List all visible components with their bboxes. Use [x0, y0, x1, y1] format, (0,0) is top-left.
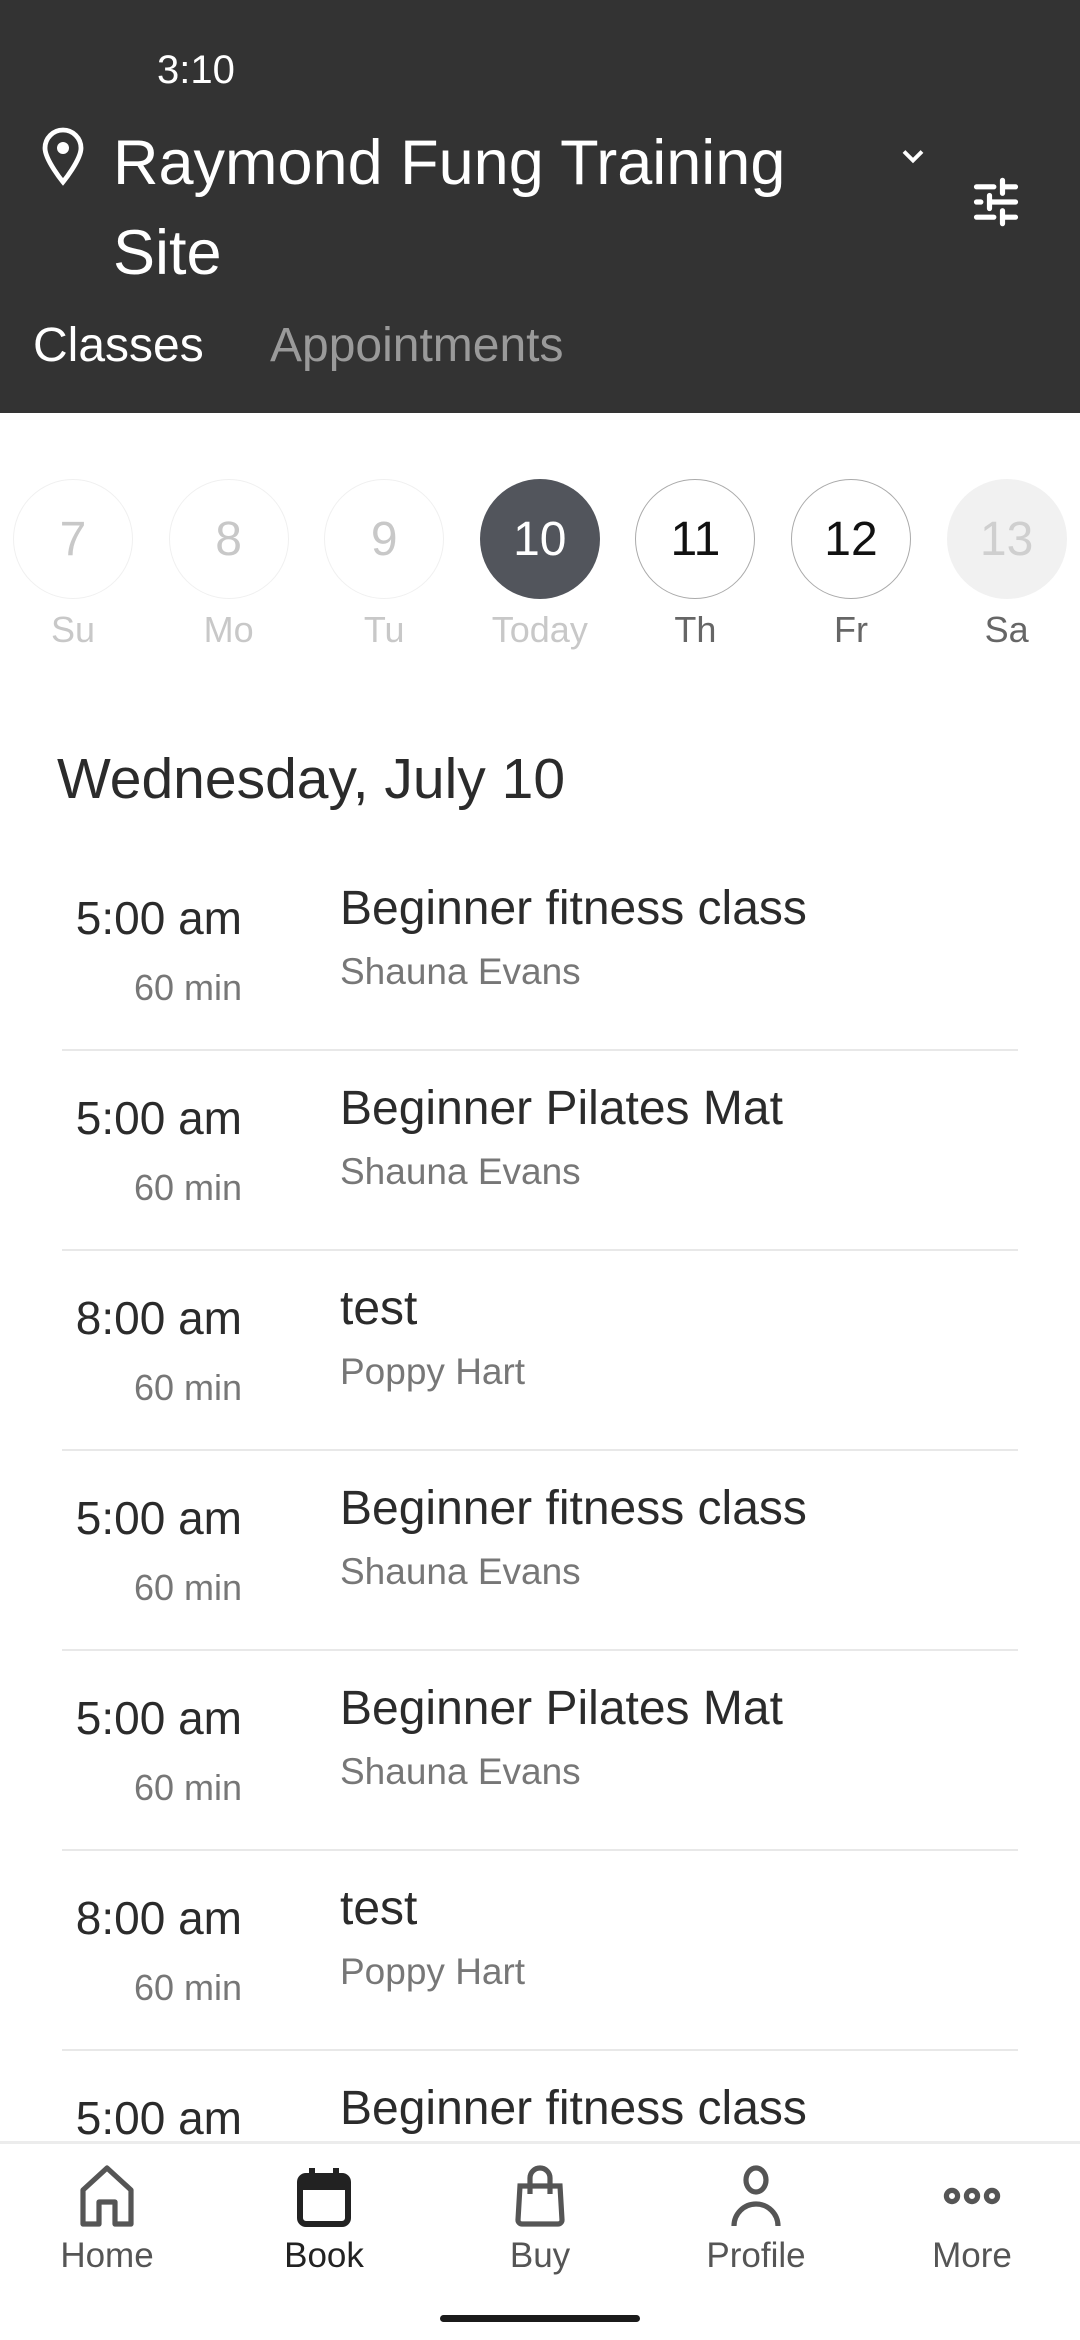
status-time: 3:10	[157, 48, 235, 92]
date-13[interactable]: 13 Sa	[946, 479, 1067, 651]
nav-label: Book	[284, 2236, 364, 2275]
class-duration: 60 min	[133, 1567, 242, 1608]
class-time: 8:00 am	[75, 1892, 242, 1944]
class-duration: 60 min	[133, 1367, 242, 1408]
tab-classes[interactable]: Classes	[33, 318, 204, 373]
date-weekday: Tu	[363, 609, 405, 650]
location-pin-icon	[42, 127, 84, 186]
class-row[interactable]: 8:00 am 60 min test Poppy Hart	[62, 1251, 1018, 1451]
class-time: 5:00 am	[75, 1092, 242, 1144]
class-row[interactable]: 5:00 am 60 min Beginner Pilates Mat Shau…	[62, 1651, 1018, 1851]
shopping-bag-icon	[515, 2165, 565, 2227]
class-time: 5:00 am	[75, 2092, 242, 2141]
date-number: 11	[635, 479, 756, 599]
filter-sliders-icon[interactable]	[970, 176, 1022, 228]
date-number: 7	[13, 479, 133, 599]
class-title: Beginner Pilates Mat	[340, 1082, 783, 1135]
class-instructor: Shauna Evans	[340, 1551, 581, 1592]
calendar-icon	[297, 2168, 351, 2227]
date-number: 13	[946, 479, 1067, 599]
class-title: Beginner fitness class	[340, 882, 807, 935]
class-instructor: Poppy Hart	[340, 1951, 526, 1992]
date-10[interactable]: 10 Today	[479, 479, 600, 651]
date-weekday: Su	[50, 609, 96, 650]
class-list: 5:00 am 60 min Beginner fitness class Sh…	[0, 851, 1080, 2141]
date-weekday: Fr	[834, 609, 868, 650]
date-weekday: Today	[491, 609, 588, 650]
class-row[interactable]: 5:00 am 60 min Beginner fitness class Sh…	[62, 1451, 1018, 1651]
class-row[interactable]: 5:00 am 60 min Beginner fitness class Sh…	[62, 851, 1018, 1051]
class-duration: 60 min	[133, 1967, 242, 2008]
class-title: test	[340, 1282, 418, 1335]
date-12[interactable]: 12 Fr	[791, 479, 911, 651]
nav-buy[interactable]: Buy	[440, 2164, 640, 2276]
class-title: Beginner fitness class	[340, 1482, 807, 1535]
nav-profile[interactable]: Profile	[656, 2164, 856, 2276]
date-8[interactable]: 8 Mo	[168, 479, 289, 651]
nav-label: Buy	[509, 2236, 571, 2275]
nav-home[interactable]: Home	[7, 2164, 207, 2276]
class-instructor: Shauna Evans	[340, 1151, 581, 1192]
date-11[interactable]: 11 Th	[635, 479, 756, 651]
nav-more[interactable]: More	[872, 2164, 1072, 2276]
class-duration: 60 min	[133, 1167, 242, 1208]
class-time: 5:00 am	[75, 1492, 242, 1544]
class-time: 8:00 am	[75, 1292, 242, 1344]
more-horizontal-icon	[943, 2187, 1001, 2205]
class-instructor: Shauna Evans	[340, 951, 581, 992]
class-time: 5:00 am	[75, 1692, 242, 1744]
bottom-nav: Home Book Buy Profile More	[0, 2141, 1080, 2340]
class-instructor: Shauna Evans	[340, 1751, 581, 1792]
site-selector[interactable]: Raymond Fung Training Site	[113, 118, 793, 298]
date-number: 10	[479, 479, 600, 599]
nav-label: More	[932, 2236, 1012, 2275]
date-weekday: Th	[674, 609, 717, 650]
date-number: 12	[791, 479, 911, 599]
class-title: Beginner Pilates Mat	[340, 1682, 783, 1735]
date-number: 9	[324, 479, 445, 599]
date-9[interactable]: 9 Tu	[324, 479, 445, 651]
class-time: 5:00 am	[75, 892, 242, 944]
chevron-down-icon[interactable]	[895, 138, 931, 174]
date-7[interactable]: 7 Su	[13, 479, 133, 651]
class-duration: 60 min	[133, 1767, 242, 1808]
class-instructor: Poppy Hart	[340, 1351, 526, 1392]
day-heading: Wednesday, July 10	[57, 747, 566, 811]
home-indicator[interactable]	[440, 2315, 640, 2322]
date-weekday: Sa	[984, 609, 1029, 650]
class-title: test	[340, 1882, 418, 1935]
person-icon	[731, 2165, 781, 2227]
class-duration: 60 min	[133, 967, 242, 1008]
nav-book[interactable]: Book	[224, 2164, 424, 2276]
class-row[interactable]: 5:00 am 60 min Beginner Pilates Mat Shau…	[62, 1051, 1018, 1251]
class-row[interactable]: 5:00 am Beginner fitness class	[62, 2051, 1018, 2141]
date-weekday: Mo	[203, 609, 254, 650]
home-icon	[80, 2165, 134, 2227]
header: 3:10 Raymond Fung Training Site Classes …	[0, 0, 1080, 413]
nav-label: Profile	[706, 2236, 806, 2275]
date-number: 8	[168, 479, 289, 599]
class-row[interactable]: 8:00 am 60 min test Poppy Hart	[62, 1851, 1018, 2051]
tab-appointments[interactable]: Appointments	[270, 318, 564, 373]
nav-label: Home	[60, 2236, 154, 2275]
class-title: Beginner fitness class	[340, 2082, 807, 2135]
